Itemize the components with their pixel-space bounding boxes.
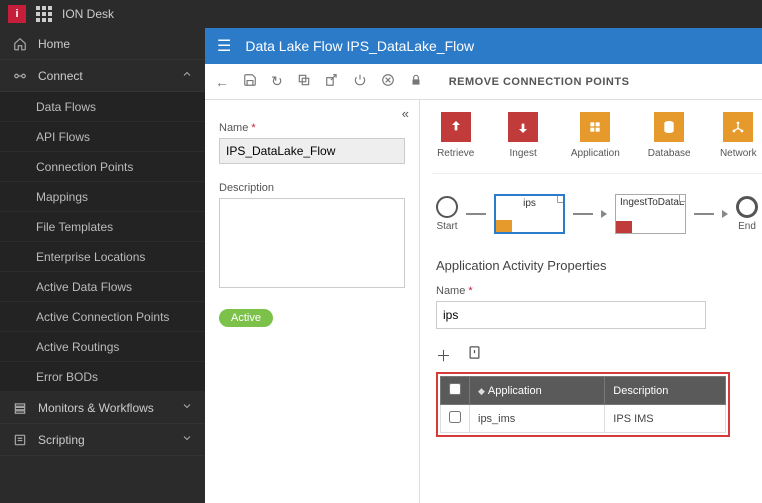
sidebar-item-active-connection-points[interactable]: Active Connection Points bbox=[0, 302, 205, 332]
sidebar-item-enterprise-locations[interactable]: Enterprise Locations bbox=[0, 242, 205, 272]
sidebar-item-api-flows[interactable]: API Flows bbox=[0, 122, 205, 152]
props-name-label: Name * bbox=[436, 285, 758, 297]
database-icon bbox=[654, 112, 684, 142]
document-icon bbox=[679, 194, 686, 202]
sidebar-item-connect[interactable]: Connect bbox=[0, 60, 205, 92]
document-icon bbox=[557, 194, 565, 203]
sidebar-item-mappings[interactable]: Mappings bbox=[0, 182, 205, 212]
add-row-icon[interactable]: ＋ bbox=[436, 345, 451, 366]
canvas-area: Retrieve Ingest Application Database Network… bbox=[420, 100, 762, 503]
sidebar-item-home[interactable]: Home bbox=[0, 28, 205, 60]
activity-box-ips[interactable]: ips bbox=[494, 194, 565, 234]
sidebar: Home Connect Data FlowsAPI FlowsConnecti… bbox=[0, 28, 205, 503]
export-icon[interactable] bbox=[325, 73, 339, 90]
application-table: ◆Application Description ips_imsIPS IMS bbox=[440, 376, 726, 433]
sidebar-item-error-bods[interactable]: Error BODs bbox=[0, 362, 205, 392]
sidebar-label: Monitors & Workflows bbox=[38, 401, 154, 415]
lock-icon[interactable] bbox=[409, 73, 423, 90]
application-icon bbox=[580, 112, 610, 142]
sidebar-item-active-routings[interactable]: Active Routings bbox=[0, 332, 205, 362]
app-title: ION Desk bbox=[62, 7, 114, 21]
start-label: Start bbox=[436, 221, 457, 232]
app-type-icon bbox=[496, 220, 512, 232]
sidebar-item-scripting[interactable]: Scripting bbox=[0, 424, 205, 456]
start-node[interactable] bbox=[436, 196, 458, 218]
detail-icon[interactable] bbox=[467, 345, 482, 366]
select-all-header[interactable] bbox=[441, 377, 470, 405]
end-label: End bbox=[738, 221, 756, 232]
description-label: Description bbox=[219, 182, 405, 194]
retrieve-icon bbox=[441, 112, 471, 142]
chevron-up-icon bbox=[181, 68, 193, 83]
form-panel: « Name * Description Active bbox=[205, 100, 420, 503]
chevron-down-icon bbox=[181, 400, 193, 415]
props-name-input[interactable] bbox=[436, 301, 706, 329]
sidebar-item-connection-points[interactable]: Connection Points bbox=[0, 152, 205, 182]
col-description[interactable]: Description bbox=[605, 377, 726, 405]
copy-icon[interactable] bbox=[297, 73, 311, 90]
page-title: Data Lake Flow IPS_DataLake_Flow bbox=[245, 38, 474, 54]
palette: Retrieve Ingest Application Database Network bbox=[432, 112, 762, 174]
toolbar-label[interactable]: REMOVE CONNECTION POINTS bbox=[449, 76, 630, 88]
save-icon[interactable] bbox=[243, 73, 257, 90]
chevron-down-icon bbox=[181, 432, 193, 447]
table-row[interactable]: ips_imsIPS IMS bbox=[441, 405, 726, 433]
name-label: Name * bbox=[219, 122, 405, 134]
palette-item-application[interactable]: Application bbox=[571, 112, 620, 159]
page-header: ☰ Data Lake Flow IPS_DataLake_Flow bbox=[205, 28, 762, 64]
palette-label: Application bbox=[571, 148, 620, 159]
col-application[interactable]: ◆Application bbox=[470, 377, 605, 405]
sidebar-label: Home bbox=[38, 37, 70, 51]
palette-item-database[interactable]: Database bbox=[648, 112, 691, 159]
connect-icon bbox=[12, 68, 28, 84]
flow-diagram: Start ips IngestToDataL... bbox=[432, 174, 762, 254]
select-all-checkbox[interactable] bbox=[449, 383, 461, 395]
apps-grid-icon[interactable] bbox=[36, 6, 52, 22]
name-input[interactable] bbox=[219, 138, 405, 164]
properties-title: Application Activity Properties bbox=[436, 258, 758, 273]
palette-item-retrieve[interactable]: Retrieve bbox=[436, 112, 475, 159]
sort-icon: ◆ bbox=[478, 386, 485, 396]
home-icon bbox=[12, 36, 28, 52]
sidebar-item-data-flows[interactable]: Data Flows bbox=[0, 92, 205, 122]
palette-label: Retrieve bbox=[437, 148, 474, 159]
row-checkbox[interactable] bbox=[449, 411, 461, 423]
palette-item-network[interactable]: Network bbox=[719, 112, 758, 159]
activity-label: ips bbox=[500, 198, 559, 209]
highlighted-table: ◆Application Description ips_imsIPS IMS bbox=[436, 372, 730, 437]
sidebar-item-monitors[interactable]: Monitors & Workflows bbox=[0, 392, 205, 424]
palette-label: Network bbox=[720, 148, 757, 159]
power-icon[interactable] bbox=[353, 73, 367, 90]
description-input[interactable] bbox=[219, 198, 405, 288]
back-icon[interactable]: ← bbox=[215, 74, 229, 90]
hamburger-icon[interactable]: ☰ bbox=[217, 36, 231, 56]
palette-item-ingest[interactable]: Ingest bbox=[503, 112, 542, 159]
activity-label: IngestToDataL... bbox=[620, 197, 681, 208]
ingest-type-icon bbox=[616, 221, 632, 233]
sidebar-label: Scripting bbox=[38, 433, 85, 447]
scripting-icon bbox=[12, 432, 28, 448]
brand-logo[interactable]: i bbox=[8, 5, 26, 23]
toolbar: ← ↻ REMOVE CONNECTION POINTS bbox=[205, 64, 762, 100]
ingest-icon bbox=[508, 112, 538, 142]
end-node[interactable] bbox=[736, 196, 758, 218]
sidebar-item-active-data-flows[interactable]: Active Data Flows bbox=[0, 272, 205, 302]
activity-box-ingest[interactable]: IngestToDataL... bbox=[615, 194, 686, 234]
cell-description: IPS IMS bbox=[605, 405, 726, 433]
cell-application: ips_ims bbox=[470, 405, 605, 433]
top-bar: i ION Desk bbox=[0, 0, 762, 28]
sidebar-item-file-templates[interactable]: File Templates bbox=[0, 212, 205, 242]
monitors-icon bbox=[12, 400, 28, 416]
cancel-icon[interactable] bbox=[381, 73, 395, 90]
refresh-icon[interactable]: ↻ bbox=[271, 73, 283, 90]
status-badge: Active bbox=[219, 309, 273, 327]
palette-label: Database bbox=[648, 148, 691, 159]
network-icon bbox=[723, 112, 753, 142]
palette-label: Ingest bbox=[510, 148, 537, 159]
properties-panel: Application Activity Properties Name * ＋ bbox=[432, 254, 762, 437]
sidebar-label: Connect bbox=[38, 69, 83, 83]
collapse-icon[interactable]: « bbox=[402, 106, 409, 121]
